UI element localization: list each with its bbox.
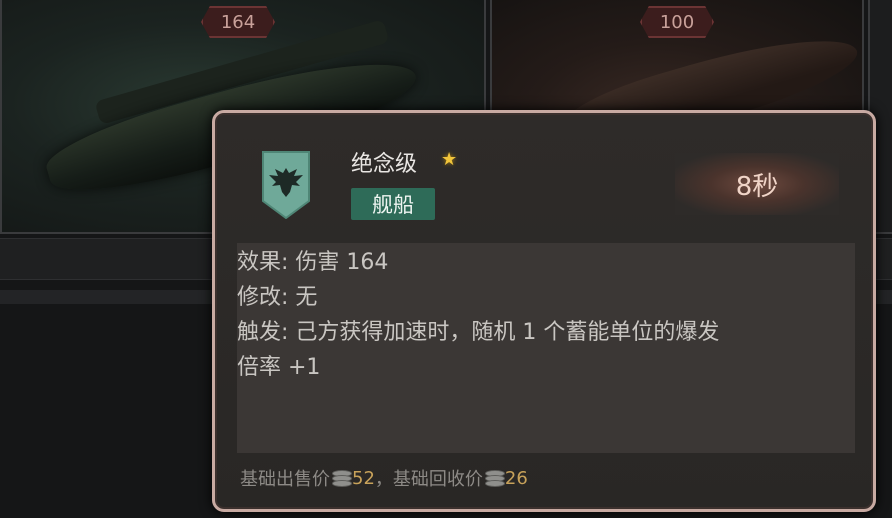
price-separator: ， xyxy=(374,469,393,490)
trigger-line-continued: 倍率 +1 xyxy=(237,355,321,380)
sell-price-value: 52 xyxy=(352,467,375,489)
sell-price-label: 基础出售价 xyxy=(240,469,330,490)
item-type-tag: 舰船 xyxy=(351,188,435,220)
item-name: 绝念级 xyxy=(351,152,418,177)
eagle-emblem-icon xyxy=(262,151,310,219)
star-icon: ★ xyxy=(441,149,458,170)
coin-stack-icon xyxy=(484,470,505,487)
recycle-price-value: 26 xyxy=(504,467,528,489)
description-box: 效果: 伤害 164 修改: 无 触发: 己方获得加速时，随机 1 个蓄能单位的… xyxy=(237,243,855,453)
item-tooltip: 绝念级 ★ 舰船 8秒 效果: 伤害 164 修改: 无 触发: 己方获得加速时… xyxy=(212,110,876,512)
trigger-line: 触发: 己方获得加速时，随机 1 个蓄能单位的爆发 xyxy=(237,320,720,345)
ship-card-2-badge: 100 xyxy=(640,6,714,38)
modify-line: 修改: 无 xyxy=(237,285,318,310)
cooldown-timer: 8秒 xyxy=(675,153,839,215)
recycle-price-label: 基础回收价 xyxy=(392,469,483,490)
coin-stack-icon xyxy=(332,470,352,487)
effect-line: 效果: 伤害 164 xyxy=(237,250,389,275)
ship-card-1-badge: 164 xyxy=(201,6,275,38)
price-footer: 基础出售价 52 ， 基础回收价 26 xyxy=(240,465,528,491)
